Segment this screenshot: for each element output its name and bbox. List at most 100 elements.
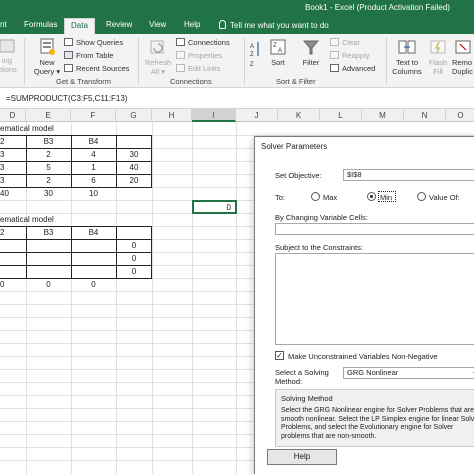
column-header-row: D E F G H I J K L M N O — [0, 109, 474, 122]
column-header[interactable]: J — [236, 109, 278, 122]
ribbon-separator — [244, 38, 245, 84]
nonneg-label: Make Unconstrained Variables Non-Negativ… — [288, 352, 438, 361]
recent-sources-button[interactable]: Recent Sources — [64, 63, 129, 75]
changing-cells-label: By Changing Variable Cells: — [275, 213, 368, 222]
advanced-filter-button[interactable]: Advanced — [330, 63, 375, 75]
column-header-selected[interactable]: I — [192, 109, 236, 122]
constraints-listbox[interactable] — [275, 253, 474, 345]
model2-cell[interactable]: 0 — [116, 239, 152, 252]
formula-bar[interactable]: =SUMPRODUCT(C3:F5,C11:F13) — [0, 89, 474, 109]
new-query-button[interactable]: New Query ▾ — [33, 38, 61, 76]
connections-button[interactable]: Connections — [176, 37, 230, 49]
model1-cell[interactable]: 3 — [0, 161, 4, 174]
value-of-radio[interactable] — [417, 192, 426, 201]
model1-cell[interactable]: 2 — [26, 174, 71, 187]
tab-insert[interactable]: nt — [0, 18, 13, 34]
model2-cell[interactable]: 0 — [116, 252, 152, 265]
remove-duplicates-button[interactable]: Remo Duplic — [452, 38, 474, 76]
column-header[interactable]: L — [320, 109, 362, 122]
edit-links-button[interactable]: Edit Links — [176, 63, 221, 75]
model1-header-cell[interactable]: B4 — [71, 135, 116, 148]
flash-fill-label-2: Fill — [433, 67, 443, 76]
queries-icon — [64, 38, 73, 46]
column-header[interactable]: O — [446, 109, 474, 122]
model1-cell[interactable]: 6 — [71, 174, 116, 187]
column-header[interactable]: N — [404, 109, 446, 122]
model1-cell[interactable]: 40 — [116, 161, 152, 174]
solving-method-box: Solving Method Select the GRG Nonlinear … — [275, 389, 474, 447]
max-radio[interactable] — [311, 192, 320, 201]
remove-duplicates-icon — [455, 40, 471, 54]
help-button[interactable]: Help — [267, 449, 337, 465]
flash-fill-label-1: Flash — [428, 58, 448, 67]
model1-cell[interactable]: 5 — [26, 161, 71, 174]
formula-text[interactable]: =SUMPRODUCT(C3:F5,C11:F13) — [6, 94, 127, 103]
sort-az-button[interactable]: A Z Z — [248, 40, 262, 70]
column-header[interactable]: F — [71, 109, 116, 122]
min-radio[interactable] — [367, 192, 376, 201]
properties-button[interactable]: Properties — [176, 50, 222, 62]
model1-header-cell[interactable]: B3 — [26, 135, 71, 148]
tab-review[interactable]: Review — [100, 18, 138, 34]
reapply-button[interactable]: Reapply — [330, 50, 370, 62]
column-header[interactable]: H — [152, 109, 192, 122]
model1-cell[interactable]: 20 — [116, 174, 152, 187]
tab-view[interactable]: View — [143, 18, 172, 34]
from-table-button[interactable]: From Table — [64, 50, 113, 62]
nonneg-checkbox[interactable]: ✓ — [275, 351, 284, 360]
model1-cell[interactable]: 30 — [116, 148, 152, 161]
model2-header-cell[interactable]: 2 — [0, 226, 4, 239]
model1-cell[interactable]: 10 — [71, 187, 116, 200]
changing-cells-field[interactable] — [275, 223, 474, 235]
filter-button[interactable]: Filter — [298, 38, 324, 67]
column-header[interactable]: K — [278, 109, 320, 122]
select-method-label-2: Method: — [275, 377, 303, 386]
dialog-title: Solver Parameters — [261, 142, 328, 151]
new-query-icon — [40, 38, 55, 55]
text-to-columns-label-2: Columns — [392, 67, 422, 76]
model2-header-cell[interactable]: B3 — [26, 226, 71, 239]
show-queries-button[interactable]: Show Queries — [64, 37, 123, 49]
model2-cell[interactable]: 0 — [116, 265, 152, 278]
model1-cell[interactable]: 3 — [0, 174, 4, 187]
model1-cell[interactable]: 30 — [26, 187, 71, 200]
refresh-all-button[interactable]: Refresh All ▾ — [144, 38, 172, 76]
text-to-columns-button[interactable]: Text to Columns — [390, 38, 424, 76]
column-header[interactable]: M — [362, 109, 404, 122]
remove-duplicates-label-1: Remo — [452, 58, 473, 67]
model1-cell[interactable]: 2 — [26, 148, 71, 161]
solving-method-select[interactable]: GRG Nonlinear — [343, 367, 474, 379]
connections-label: Connections — [188, 38, 230, 47]
tab-help[interactable]: Help — [178, 18, 206, 34]
filter-label: Filter — [302, 58, 320, 67]
model2-cell[interactable]: 0 — [71, 278, 116, 291]
column-header[interactable]: G — [116, 109, 152, 122]
model2-cell[interactable]: 0 — [0, 278, 4, 291]
svg-text:A: A — [278, 48, 282, 54]
tab-formulas[interactable]: Formulas — [18, 18, 63, 34]
model1-cell[interactable]: 3 — [0, 148, 4, 161]
set-objective-field[interactable]: $I$8 — [343, 169, 474, 181]
model1-cell[interactable]: 4 — [71, 148, 116, 161]
clear-filter-button[interactable]: Clear — [330, 37, 360, 49]
tab-data[interactable]: Data — [64, 18, 95, 34]
select-method-label-1: Select a Solving — [275, 368, 329, 377]
from-table-label: From Table — [76, 51, 114, 60]
selected-cell-objective[interactable]: 0 — [192, 200, 237, 214]
get-data-button[interactable]: ing ctions — [0, 38, 20, 74]
recent-sources-label: Recent Sources — [76, 64, 130, 73]
model1-cell[interactable]: 40 — [0, 187, 9, 200]
model1-cell[interactable]: 1 — [71, 161, 116, 174]
model2-cell[interactable]: 0 — [26, 278, 71, 291]
window-title: Book1 - Excel (Product Activation Failed… — [305, 3, 450, 12]
model1-header-cell[interactable]: 2 — [0, 135, 4, 148]
model2-title: ematical model — [0, 215, 54, 224]
svg-text:Z: Z — [250, 62, 254, 68]
tell-me-search[interactable]: Tell me what you want to do — [219, 20, 329, 30]
column-header[interactable]: D — [0, 109, 26, 122]
svg-text:Z: Z — [250, 52, 254, 58]
sort-button[interactable]: Z A Sort — [265, 38, 291, 67]
column-header[interactable]: E — [26, 109, 71, 122]
model2-header-cell[interactable]: B4 — [71, 226, 116, 239]
flash-fill-button[interactable]: Flash Fill — [426, 38, 450, 76]
